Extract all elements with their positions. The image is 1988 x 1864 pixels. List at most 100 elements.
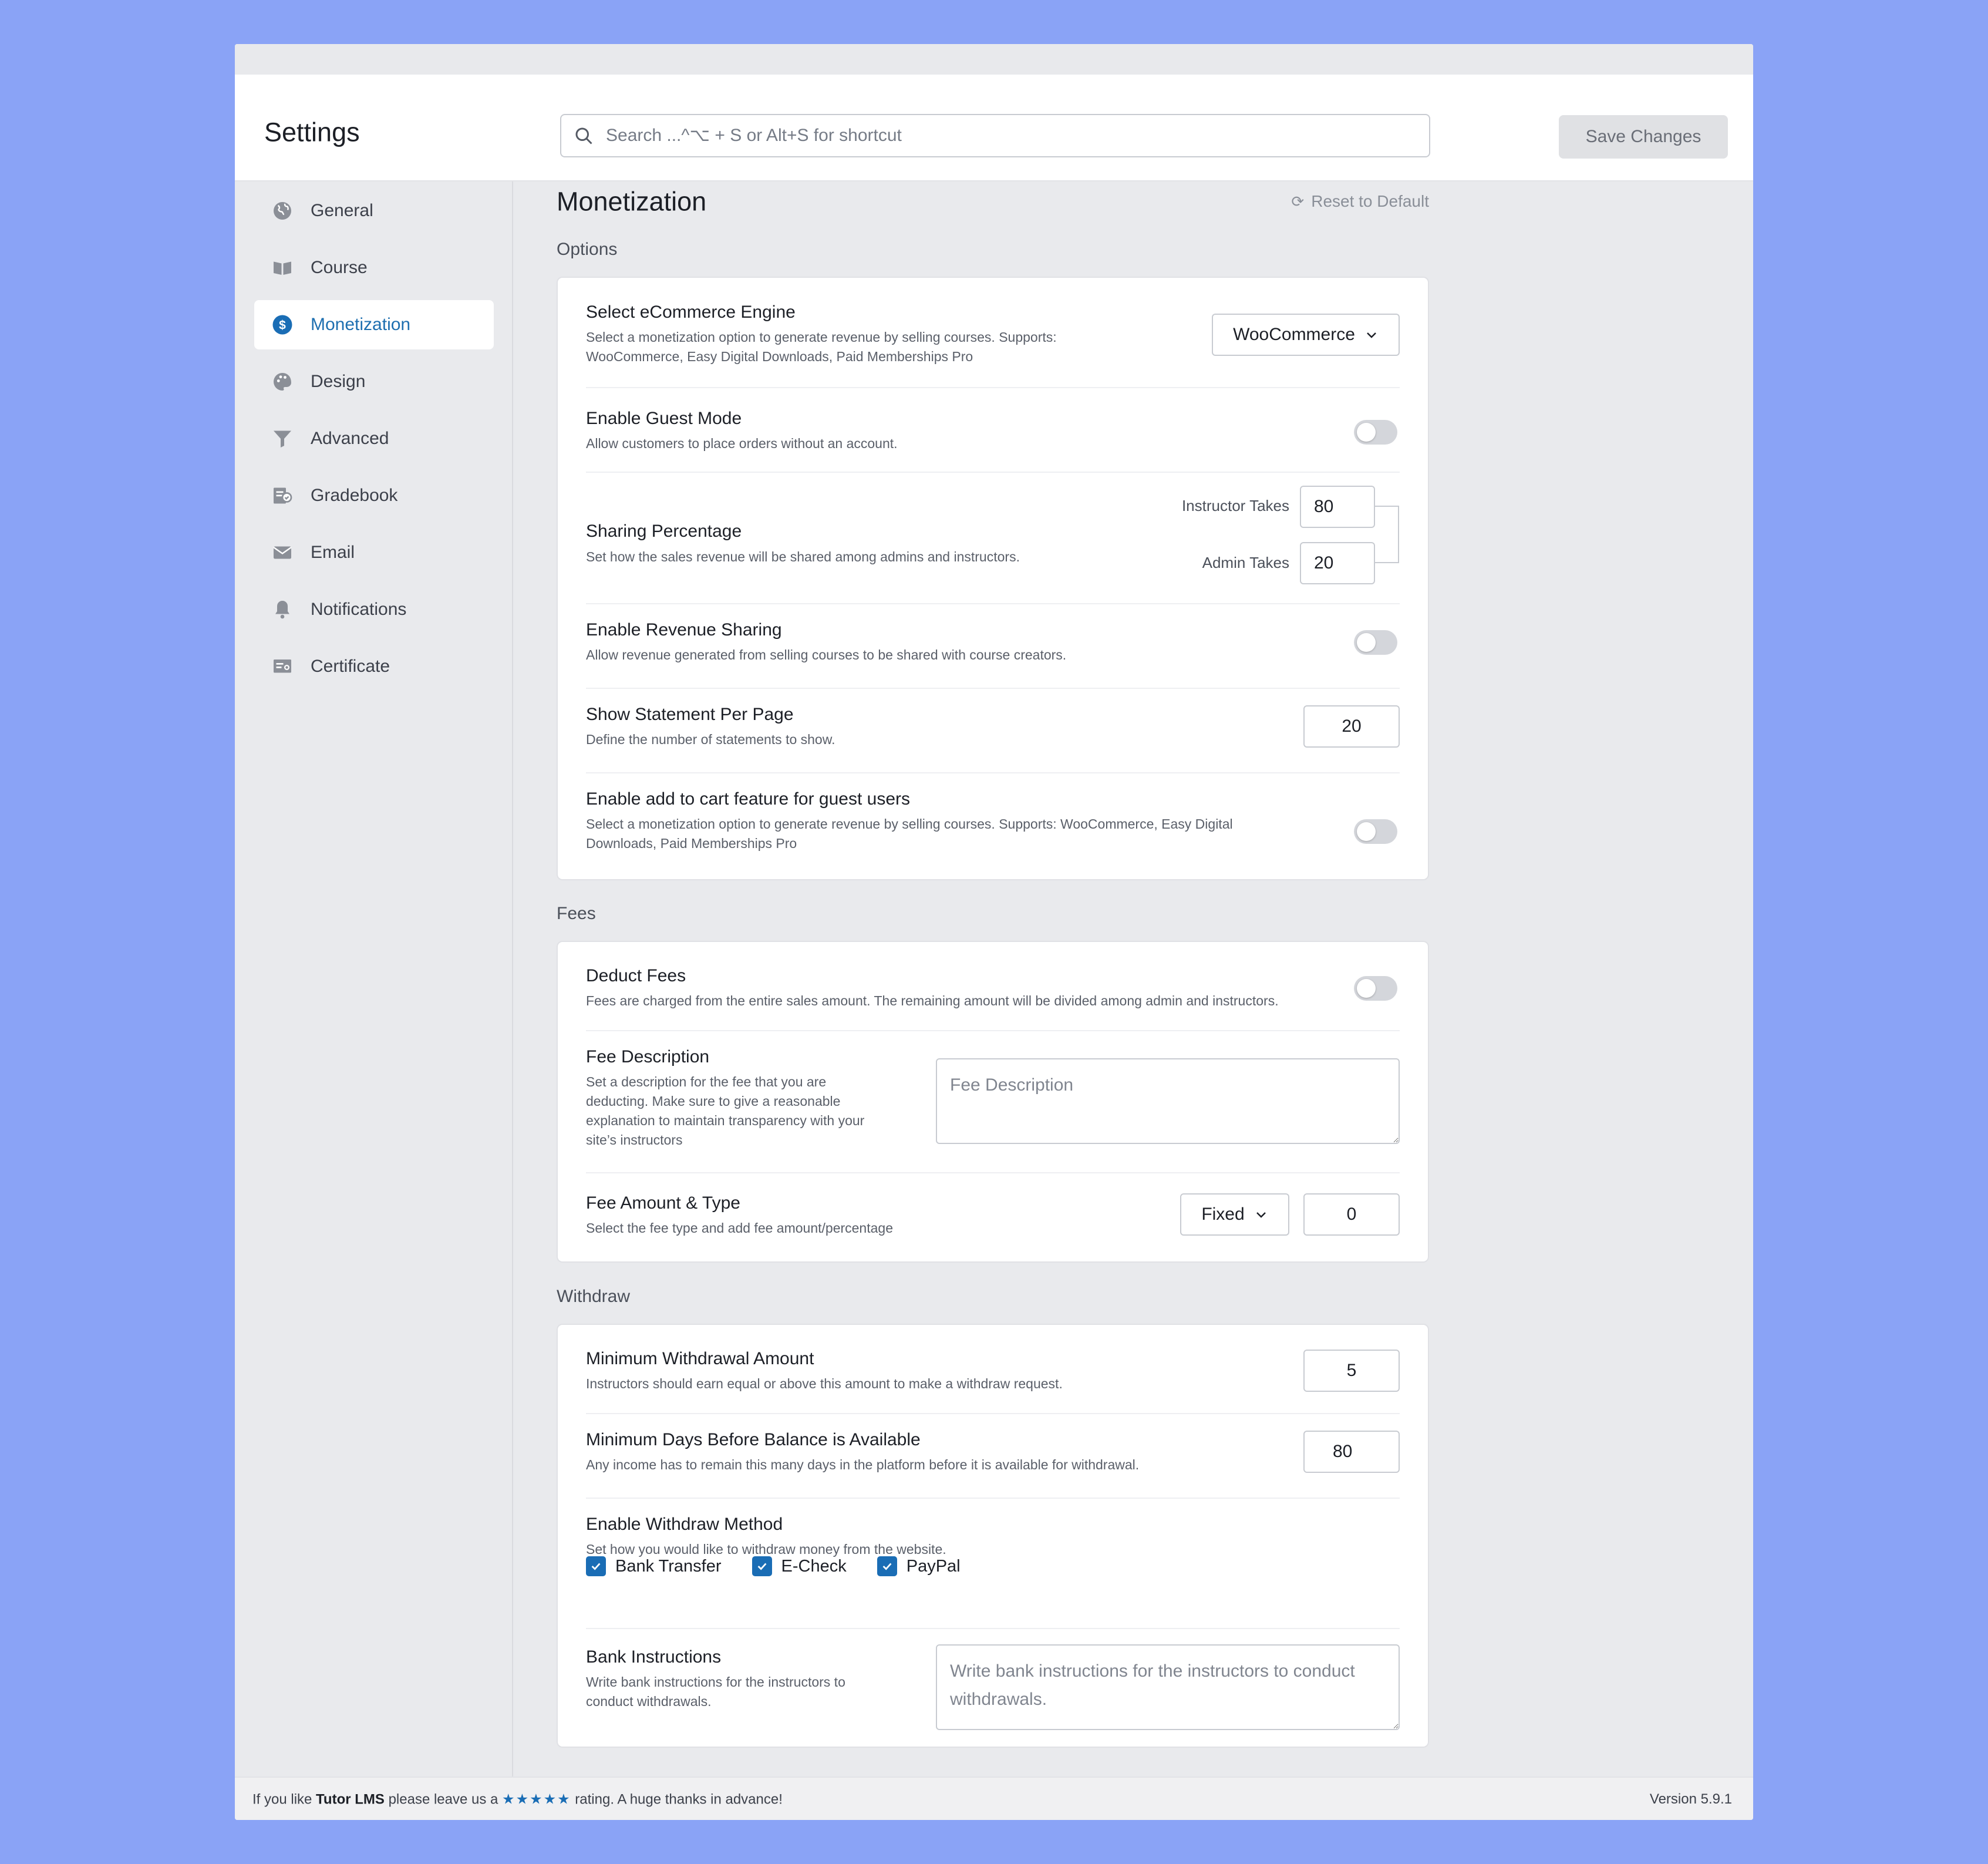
globe-icon (272, 200, 293, 221)
checkbox-checked-icon (586, 1556, 606, 1576)
setting-label: Deduct Fees (586, 966, 686, 985)
footer-rating-text: If you like Tutor LMS please leave us a … (252, 1791, 783, 1808)
sidebar-item-label: Email (311, 543, 355, 562)
bank-instructions-textarea[interactable] (936, 1644, 1400, 1730)
instructor-takes-label: Instructor Takes (1181, 497, 1289, 514)
setting-deduct-fees: Deduct Fees Fees are charged from the en… (586, 942, 1400, 1030)
checkbox-checked-icon (752, 1556, 772, 1576)
setting-label: Minimum Withdrawal Amount (586, 1349, 814, 1368)
envelope-icon (272, 542, 293, 563)
setting-minimum-withdrawal: Minimum Withdrawal Amount Instructors sh… (586, 1325, 1400, 1413)
sidebar-item-general[interactable]: General (254, 186, 494, 235)
setting-description: Set a description for the fee that you a… (586, 1074, 865, 1148)
minimum-withdrawal-input[interactable] (1303, 1350, 1400, 1392)
setting-guest-mode: Enable Guest Mode Allow customers to pla… (586, 388, 1400, 472)
fee-amount-input[interactable] (1303, 1193, 1400, 1236)
sidebar-item-certificate[interactable]: Certificate (254, 642, 494, 691)
checkbox-label: PayPal (906, 1556, 961, 1576)
sidebar-item-label: Gradebook (311, 486, 398, 505)
section-label-options: Options (557, 240, 618, 259)
sidebar-item-monetization[interactable]: $ Monetization (254, 300, 494, 349)
search-icon (575, 127, 592, 144)
fee-type-select[interactable]: Fixed (1180, 1193, 1289, 1236)
svg-text:$: $ (279, 319, 286, 332)
setting-label: Select eCommerce Engine (586, 302, 796, 322)
sidebar-item-course[interactable]: Course (254, 243, 494, 292)
sidebar-item-label: Course (311, 258, 368, 277)
setting-label: Bank Instructions (586, 1647, 722, 1667)
reset-to-default-button[interactable]: ⟳ Reset to Default (1291, 192, 1429, 211)
sidebar-item-advanced[interactable]: Advanced (254, 414, 494, 463)
sidebar-item-notifications[interactable]: Notifications (254, 585, 494, 634)
section-label-withdraw: Withdraw (557, 1287, 631, 1306)
paypal-checkbox[interactable]: PayPal (877, 1556, 961, 1576)
sidebar-item-email[interactable]: Email (254, 528, 494, 577)
setting-description: Select the fee type and add fee amount/p… (586, 1220, 893, 1236)
reset-label: Reset to Default (1311, 192, 1429, 210)
footer-prefix: If you like (252, 1791, 316, 1808)
revenue-sharing-toggle[interactable] (1354, 630, 1397, 655)
statements-per-page-input[interactable] (1303, 705, 1400, 748)
setting-label: Enable Withdraw Method (586, 1515, 783, 1534)
filter-icon (272, 428, 293, 449)
ecommerce-engine-select[interactable]: WooCommerce (1212, 314, 1400, 356)
setting-description: Allow customers to place orders without … (586, 436, 898, 451)
section-label-fees: Fees (557, 904, 596, 923)
settings-sidebar: General Course $ Monetization Design Adv… (235, 181, 513, 1820)
admin-takes-label: Admin Takes (1202, 554, 1289, 571)
sidebar-item-label: General (311, 201, 373, 220)
window-titlebar (235, 44, 1753, 75)
guest-mode-toggle[interactable] (1354, 420, 1397, 445)
instructor-takes-input[interactable] (1300, 486, 1375, 528)
guest-cart-toggle[interactable] (1354, 819, 1397, 844)
footer-middle: please leave us a (384, 1791, 503, 1808)
setting-description: Define the number of statements to show. (586, 732, 835, 747)
setting-description: Select a monetization option to generate… (586, 329, 1057, 364)
setting-revenue-sharing: Enable Revenue Sharing Allow revenue gen… (586, 604, 1400, 688)
checkbox-label: Bank Transfer (615, 1556, 722, 1576)
setting-description: Select a monetization option to generate… (586, 816, 1233, 851)
sidebar-item-gradebook[interactable]: Gradebook (254, 471, 494, 520)
footer-brand: Tutor LMS (316, 1791, 385, 1808)
setting-sharing-percentage: Sharing Percentage Set how the sales rev… (586, 473, 1400, 603)
search-input[interactable] (606, 126, 1429, 146)
setting-bank-instructions: Bank Instructions Write bank instructions… (586, 1629, 1400, 1748)
setting-description: Write bank instructions for the instruct… (586, 1674, 845, 1709)
sidebar-item-label: Monetization (311, 315, 411, 334)
bank-transfer-checkbox[interactable]: Bank Transfer (586, 1556, 722, 1576)
setting-description: Instructors should earn equal or above t… (586, 1376, 1063, 1391)
options-card: Select eCommerce Engine Select a monetiz… (557, 277, 1429, 880)
sidebar-item-label: Advanced (311, 429, 389, 448)
link-bracket-icon (1374, 506, 1399, 563)
sidebar-item-label: Notifications (311, 600, 407, 619)
setting-fee-amount: Fee Amount & Type Select the fee type an… (586, 1173, 1400, 1263)
save-changes-button[interactable]: Save Changes (1559, 115, 1728, 159)
select-value: Fixed (1201, 1204, 1245, 1224)
sidebar-item-label: Certificate (311, 657, 390, 676)
chevron-down-icon (1367, 332, 1376, 338)
setting-description: Any income has to remain this many days … (586, 1457, 1140, 1472)
withdraw-method-checkboxes: Bank Transfer E-Check PayPal (586, 1556, 991, 1576)
setting-minimum-days: Minimum Days Before Balance is Available… (586, 1414, 1400, 1498)
footer-suffix: rating. A huge thanks in advance! (571, 1791, 783, 1808)
setting-label: Minimum Days Before Balance is Available (586, 1430, 921, 1449)
checkbox-label: E-Check (781, 1556, 847, 1576)
setting-label: Enable add to cart feature for guest use… (586, 789, 910, 809)
admin-takes-input[interactable] (1300, 542, 1375, 584)
rating-stars-link[interactable]: ★★★★★ (502, 1792, 571, 1808)
fee-description-textarea[interactable] (936, 1058, 1400, 1144)
search-box[interactable] (560, 114, 1430, 157)
minimum-days-input[interactable] (1303, 1431, 1400, 1473)
deduct-fees-toggle[interactable] (1354, 976, 1397, 1001)
bell-icon (272, 599, 293, 620)
withdraw-card: Minimum Withdrawal Amount Instructors sh… (557, 1324, 1429, 1748)
fees-card: Deduct Fees Fees are charged from the en… (557, 941, 1429, 1263)
sidebar-item-design[interactable]: Design (254, 357, 494, 406)
footer: If you like Tutor LMS please leave us a … (235, 1776, 1753, 1820)
e-check-checkbox[interactable]: E-Check (752, 1556, 847, 1576)
checkbox-checked-icon (877, 1556, 897, 1576)
setting-label: Show Statement Per Page (586, 705, 794, 724)
version-label: Version 5.9.1 (1649, 1791, 1732, 1807)
settings-window: Settings Save Changes General Course $ M… (235, 44, 1753, 1820)
page-title: Monetization (557, 186, 707, 217)
